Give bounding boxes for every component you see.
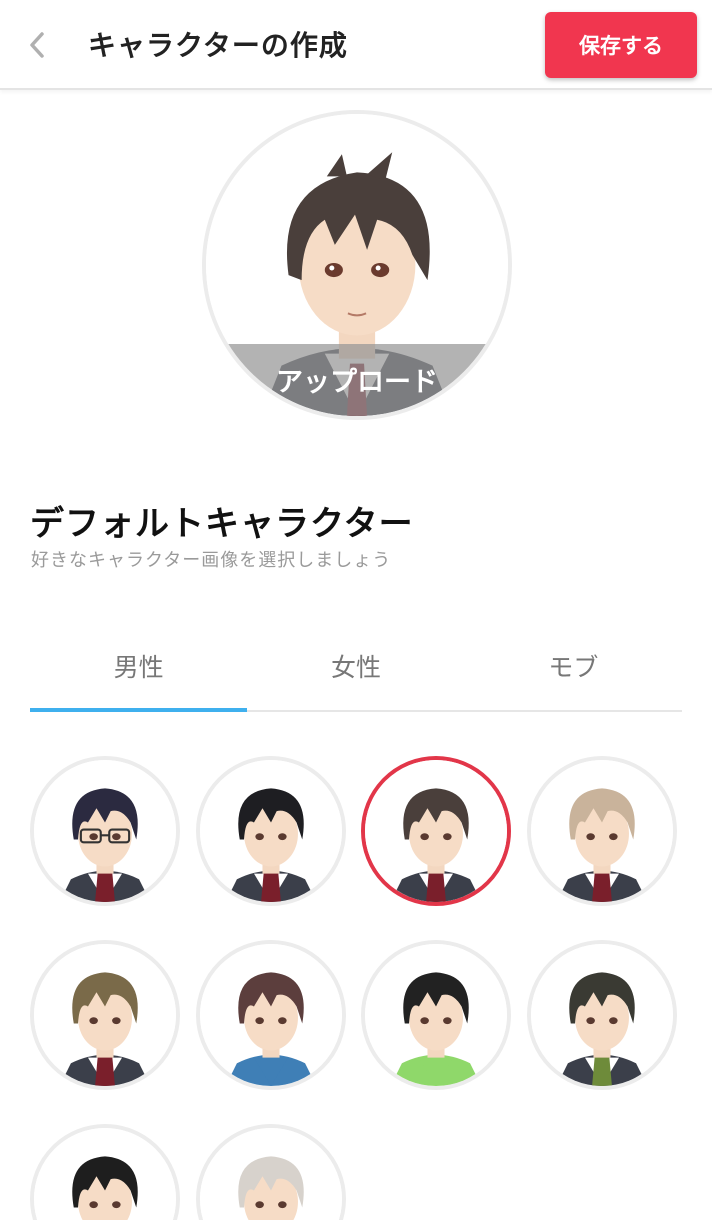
character-portrait — [365, 760, 507, 902]
character-portrait — [34, 760, 176, 902]
character-option[interactable] — [527, 756, 677, 906]
upload-label[interactable]: アップロード — [206, 360, 508, 399]
character-option[interactable] — [196, 756, 346, 906]
character-option[interactable] — [527, 940, 677, 1090]
character-option[interactable] — [30, 1124, 180, 1220]
character-option[interactable] — [30, 756, 180, 906]
tab-mob[interactable]: モブ — [465, 630, 682, 710]
character-portrait — [200, 944, 342, 1086]
character-option[interactable] — [30, 940, 180, 1090]
character-option[interactable] — [196, 1124, 346, 1220]
gender-tabs: 男性 女性 モブ — [30, 630, 682, 712]
section-title: デフォルトキャラクター — [30, 504, 414, 544]
character-portrait — [531, 760, 673, 902]
selected-character-avatar[interactable]: アップロード — [202, 110, 512, 420]
character-portrait — [200, 1128, 342, 1220]
tab-female[interactable]: 女性 — [247, 630, 464, 710]
page-title: キャラクターの作成 — [88, 29, 348, 62]
character-option[interactable] — [361, 940, 511, 1090]
chevron-left-icon — [30, 32, 44, 58]
character-portrait — [34, 1128, 176, 1220]
back-button[interactable] — [22, 28, 52, 62]
app-header: キャラクターの作成 保存する — [0, 0, 712, 90]
character-portrait — [200, 760, 342, 902]
character-portrait — [531, 944, 673, 1086]
save-button[interactable]: 保存する — [545, 12, 697, 78]
tab-male[interactable]: 男性 — [30, 630, 248, 712]
character-option[interactable] — [361, 756, 511, 906]
section-subtitle: 好きなキャラクター画像を選択しましょう — [31, 550, 392, 571]
character-portrait — [34, 944, 176, 1086]
character-option[interactable] — [196, 940, 346, 1090]
character-portrait — [365, 944, 507, 1086]
